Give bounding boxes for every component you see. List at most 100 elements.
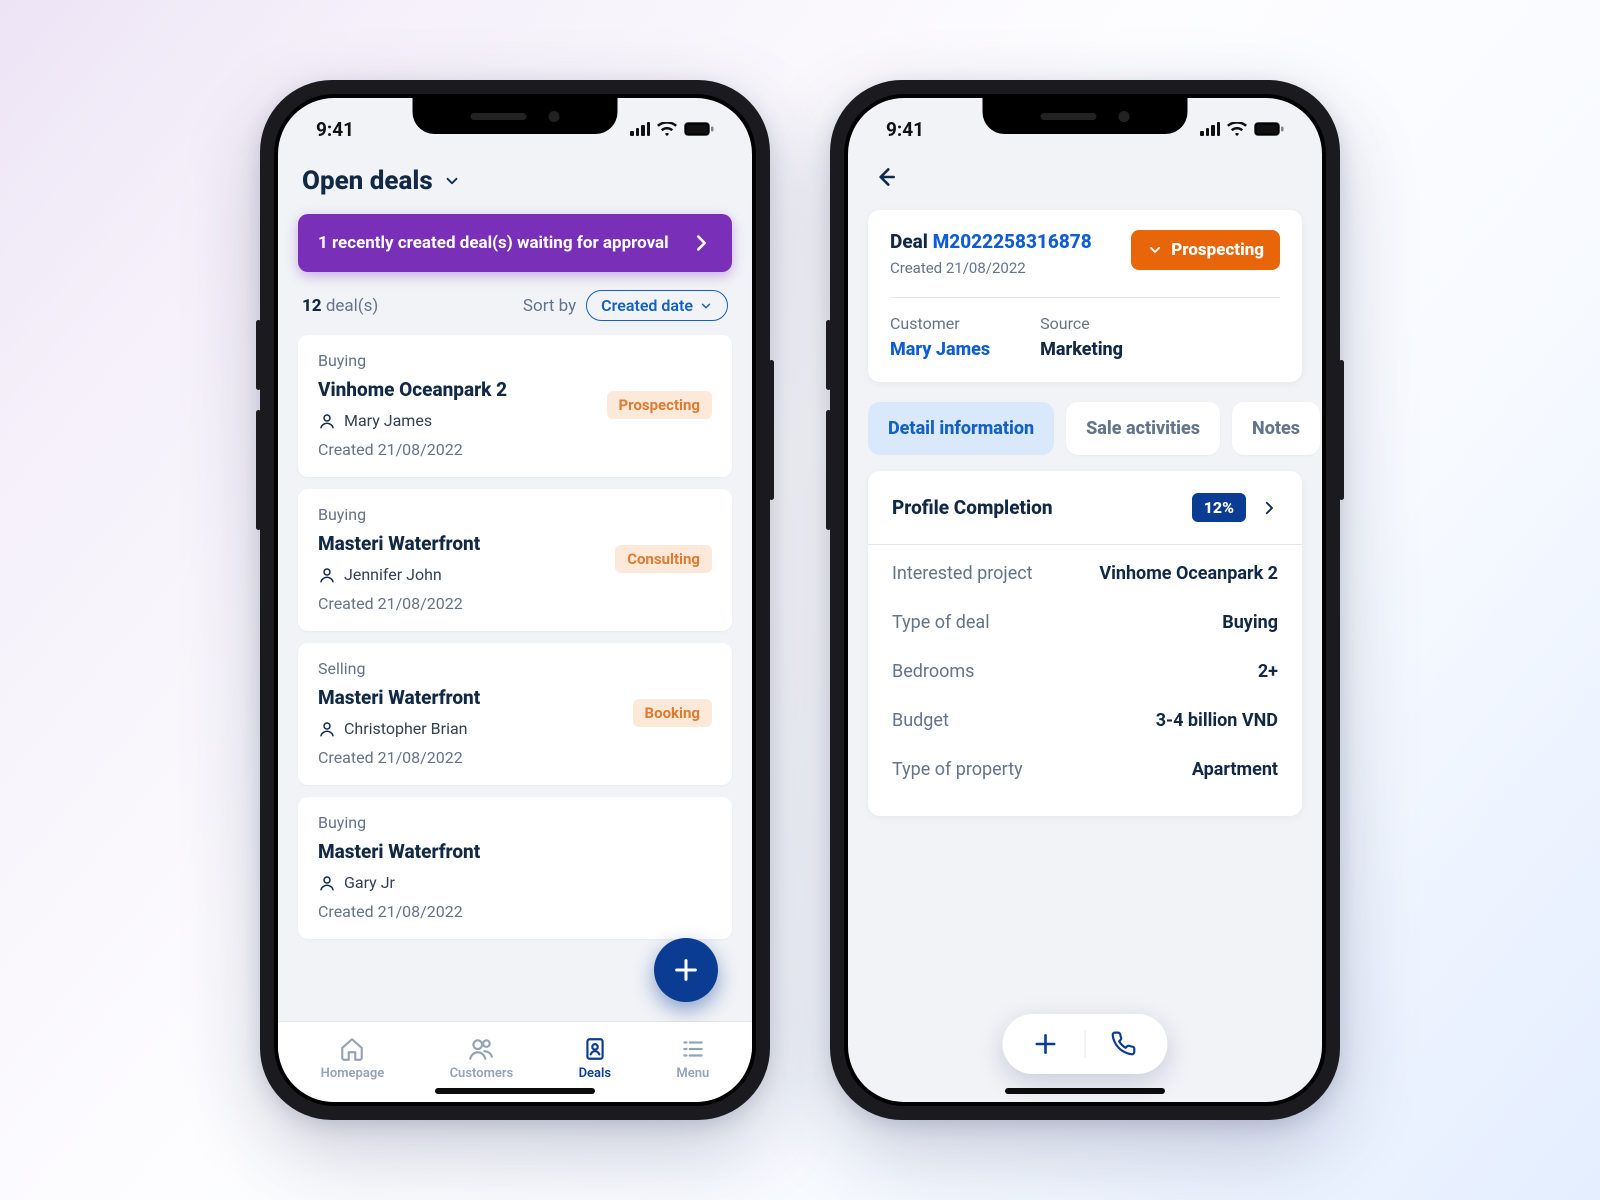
person-icon bbox=[318, 720, 336, 738]
notch bbox=[413, 98, 618, 134]
sort-dropdown[interactable]: Created date bbox=[586, 290, 728, 321]
add-deal-fab[interactable] bbox=[654, 938, 718, 1002]
page-header[interactable]: Open deals bbox=[278, 154, 752, 200]
deal-kind: Buying bbox=[318, 813, 712, 832]
plus-icon bbox=[1033, 1031, 1059, 1057]
deal-card[interactable]: Buying Vinhome Oceanpark 2 Mary James Cr… bbox=[298, 335, 732, 477]
tab-sale-activities[interactable]: Sale activities bbox=[1066, 402, 1220, 455]
detail-value: 2+ bbox=[1258, 661, 1278, 682]
menu-icon bbox=[680, 1036, 706, 1062]
nav-label: Menu bbox=[676, 1066, 709, 1081]
add-activity-button[interactable] bbox=[1033, 1031, 1059, 1057]
battery-icon bbox=[1254, 122, 1284, 136]
profile-completion-value: 12% bbox=[1192, 493, 1246, 522]
profile-completion-title: Profile Completion bbox=[892, 496, 1053, 519]
phone-frame-right: 9:41 Deal M2022258316878 bbox=[830, 80, 1340, 1120]
detail-value: Apartment bbox=[1192, 759, 1278, 780]
deal-card[interactable]: Buying Masteri Waterfront Jennifer John … bbox=[298, 489, 732, 631]
detail-card: Profile Completion 12% Interested projec… bbox=[868, 471, 1302, 816]
deal-status-badge: Booking bbox=[633, 699, 712, 727]
divider bbox=[1085, 1030, 1086, 1058]
floating-action-bar bbox=[1003, 1014, 1168, 1074]
home-indicator bbox=[1005, 1088, 1165, 1094]
deal-title: Masteri Waterfront bbox=[318, 532, 615, 555]
chevron-down-icon bbox=[443, 172, 461, 190]
profile-completion-row[interactable]: Profile Completion 12% bbox=[868, 471, 1302, 545]
status-time: 9:41 bbox=[886, 118, 924, 141]
chevron-down-icon bbox=[699, 299, 713, 313]
wifi-icon bbox=[657, 122, 677, 137]
detail-row: Budget 3-4 billion VND bbox=[892, 696, 1278, 745]
nav-label: Deals bbox=[579, 1066, 612, 1081]
deal-created-date: Created 21/08/2022 bbox=[890, 259, 1092, 277]
deal-person: Christopher Brian bbox=[318, 719, 633, 738]
deal-status-dropdown[interactable]: Prospecting bbox=[1131, 230, 1280, 270]
deal-created: Created 21/08/2022 bbox=[318, 748, 633, 767]
deal-kind: Selling bbox=[318, 659, 633, 678]
deal-created: Created 21/08/2022 bbox=[318, 440, 607, 459]
home-indicator bbox=[435, 1088, 595, 1094]
phone-frame-left: 9:41 Open deals 1 recently created deal(… bbox=[260, 80, 770, 1120]
deal-kind: Buying bbox=[318, 505, 615, 524]
person-icon bbox=[318, 566, 336, 584]
chevron-right-icon bbox=[690, 232, 712, 254]
deal-customer[interactable]: Customer Mary James bbox=[890, 314, 990, 360]
back-arrow-icon[interactable] bbox=[872, 164, 898, 190]
nav-deals[interactable]: Deals bbox=[579, 1036, 612, 1081]
sort-label: Sort by bbox=[523, 296, 576, 316]
detail-key: Budget bbox=[892, 710, 949, 731]
deal-person: Jennifer John bbox=[318, 565, 615, 584]
deal-kind: Buying bbox=[318, 351, 607, 370]
tab-notes[interactable]: Notes bbox=[1232, 402, 1320, 455]
chevron-down-icon bbox=[1147, 242, 1163, 258]
nav-label: Homepage bbox=[321, 1066, 385, 1081]
cellular-icon bbox=[630, 122, 650, 136]
deal-count: 12 deal(s) bbox=[302, 296, 378, 316]
detail-key: Type of property bbox=[892, 759, 1023, 780]
field-label: Customer bbox=[890, 314, 990, 333]
customers-icon bbox=[468, 1036, 494, 1062]
deal-source: Source Marketing bbox=[1040, 314, 1123, 360]
nav-homepage[interactable]: Homepage bbox=[321, 1036, 385, 1081]
nav-customers[interactable]: Customers bbox=[450, 1036, 514, 1081]
detail-row: Type of deal Buying bbox=[892, 598, 1278, 647]
detail-row: Bedrooms 2+ bbox=[892, 647, 1278, 696]
deal-status-badge: Prospecting bbox=[607, 391, 712, 419]
detail-value: Buying bbox=[1222, 612, 1278, 633]
wifi-icon bbox=[1227, 122, 1247, 137]
page-title: Open deals bbox=[302, 166, 433, 196]
deal-card[interactable]: Selling Masteri Waterfront Christopher B… bbox=[298, 643, 732, 785]
call-button[interactable] bbox=[1112, 1031, 1138, 1057]
detail-key: Interested project bbox=[892, 563, 1033, 584]
detail-value: 3-4 billion VND bbox=[1156, 710, 1278, 731]
deal-title: Masteri Waterfront bbox=[318, 840, 712, 863]
detail-value: Vinhome Oceanpark 2 bbox=[1099, 563, 1278, 584]
field-value: Marketing bbox=[1040, 339, 1123, 360]
person-icon bbox=[318, 412, 336, 430]
deal-person: Mary James bbox=[318, 411, 607, 430]
homepage-icon bbox=[339, 1036, 365, 1062]
approval-banner-text: 1 recently created deal(s) waiting for a… bbox=[318, 233, 669, 253]
deal-created: Created 21/08/2022 bbox=[318, 902, 712, 921]
battery-icon bbox=[684, 122, 714, 136]
field-label: Source bbox=[1040, 314, 1123, 333]
deal-title: Masteri Waterfront bbox=[318, 686, 633, 709]
deal-card[interactable]: Buying Masteri Waterfront Gary Jr Create… bbox=[298, 797, 732, 939]
deal-summary-card: Deal M2022258316878 Created 21/08/2022 P… bbox=[868, 210, 1302, 382]
deal-title: Vinhome Oceanpark 2 bbox=[318, 378, 607, 401]
detail-key: Type of deal bbox=[892, 612, 990, 633]
plus-icon bbox=[672, 956, 700, 984]
phone-icon bbox=[1112, 1031, 1138, 1057]
detail-key: Bedrooms bbox=[892, 661, 974, 682]
deal-created: Created 21/08/2022 bbox=[318, 594, 615, 613]
approval-banner[interactable]: 1 recently created deal(s) waiting for a… bbox=[298, 214, 732, 272]
detail-row: Type of property Apartment bbox=[892, 745, 1278, 794]
nav-menu[interactable]: Menu bbox=[676, 1036, 709, 1081]
deals-icon bbox=[582, 1036, 608, 1062]
person-icon bbox=[318, 874, 336, 892]
deal-person: Gary Jr bbox=[318, 873, 712, 892]
tab-detail-information[interactable]: Detail information bbox=[868, 402, 1054, 455]
deal-status-badge: Consulting bbox=[615, 545, 712, 573]
status-time: 9:41 bbox=[316, 118, 354, 141]
deal-id: Deal M2022258316878 bbox=[890, 230, 1092, 253]
